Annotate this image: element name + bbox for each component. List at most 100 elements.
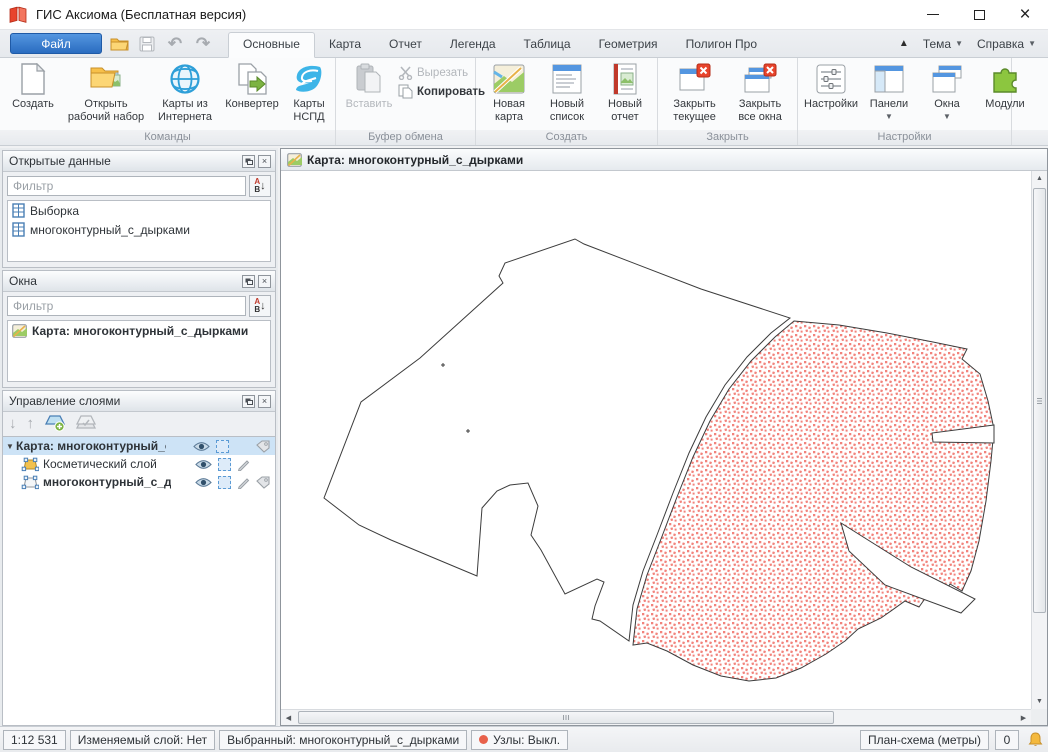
windows-filter-input[interactable] <box>7 296 246 316</box>
move-layer-down-icon[interactable]: ↓ <box>9 415 17 432</box>
label-tag-icon[interactable] <box>256 440 271 453</box>
selected-layer-indicator[interactable]: Выбранный: многоконтурный_с_дырками <box>219 730 467 750</box>
visibility-eye-icon[interactable] <box>195 477 212 488</box>
windows-button[interactable]: Окна ▼ <box>918 60 976 130</box>
tab-legenda[interactable]: Легенда <box>436 33 510 57</box>
visibility-eye-icon[interactable] <box>193 441 210 452</box>
file-menu-button[interactable]: Файл <box>10 33 102 54</box>
converter-button[interactable]: Конвертер <box>220 60 284 130</box>
open-data-filter-input[interactable] <box>7 176 246 196</box>
visibility-eye-icon[interactable] <box>195 459 212 470</box>
vertical-scrollbar-thumb[interactable] <box>1033 188 1046 613</box>
scroll-up-icon[interactable]: ▲ <box>1032 171 1047 186</box>
close-all-button[interactable]: Закрыть все окна <box>727 60 793 130</box>
copy-button[interactable]: Копировать <box>398 84 485 99</box>
layer-sheet-icon <box>21 457 39 472</box>
layer-row-polygon[interactable]: многоконтурный_с_д... <box>3 473 275 491</box>
paste-button[interactable]: Вставить <box>340 60 398 130</box>
float-panel-icon[interactable] <box>242 155 255 168</box>
ribbon-group-commands: Создать Открыть рабочий набор Карты из И… <box>0 58 336 145</box>
move-layer-up-icon[interactable]: ↑ <box>27 415 35 432</box>
tab-poligon-pro[interactable]: Полигон Про <box>672 33 771 57</box>
new-report-button[interactable]: Новый отчет <box>596 60 654 130</box>
map-canvas[interactable] <box>281 171 1031 709</box>
collapse-ribbon-icon[interactable]: ▲ <box>899 38 909 49</box>
new-map-button[interactable]: Новая карта <box>480 60 538 130</box>
close-panel-icon[interactable]: × <box>258 395 271 408</box>
tab-osnovnye[interactable]: Основные <box>228 32 315 58</box>
close-current-button[interactable]: Закрыть текущее <box>662 60 727 130</box>
scroll-down-icon[interactable]: ▼ <box>1032 694 1047 709</box>
scale-indicator[interactable]: 1:12 531 <box>3 730 66 750</box>
expander-icon[interactable]: ▼ <box>6 442 16 451</box>
selectable-checkbox[interactable] <box>218 458 231 471</box>
tab-geometriya[interactable]: Геометрия <box>585 33 672 57</box>
map-window-titlebar[interactable]: Карта: многоконтурный_с_дырками <box>281 149 1047 171</box>
redo-icon[interactable]: ↷ <box>192 33 214 55</box>
theme-menu[interactable]: Тема▼ <box>923 37 963 51</box>
add-layer-icon[interactable] <box>44 414 66 432</box>
close-button[interactable]: × <box>1002 0 1048 30</box>
horizontal-scrollbar[interactable]: ◀ ▶ <box>281 709 1031 725</box>
maximize-button[interactable] <box>956 0 1002 30</box>
new-list-button[interactable]: Новый список <box>538 60 596 130</box>
label-tag-icon[interactable] <box>256 476 271 489</box>
projection-button[interactable]: План-схема (метры) <box>860 730 989 750</box>
new-report-icon <box>607 62 643 96</box>
ribbon-group-create: Новая карта Новый список Новый отчет Соз… <box>476 58 658 145</box>
editable-layer-indicator[interactable]: Изменяемый слой: Нет <box>70 730 215 750</box>
selectable-checkbox[interactable] <box>218 476 231 489</box>
layer-options-icon[interactable] <box>76 415 96 431</box>
minimize-button[interactable] <box>910 0 956 30</box>
sort-icon[interactable]: AB↓ <box>249 175 271 197</box>
float-panel-icon[interactable] <box>242 275 255 288</box>
open-workset-button[interactable]: Открыть рабочий набор <box>62 60 150 130</box>
edit-pencil-icon[interactable] <box>237 476 250 489</box>
help-menu[interactable]: Справка▼ <box>977 37 1036 51</box>
tab-otchet[interactable]: Отчет <box>375 33 436 57</box>
scroll-left-icon[interactable]: ◀ <box>281 710 296 725</box>
map-drawing <box>281 171 1031 709</box>
list-item[interactable]: Выборка <box>8 201 270 220</box>
panels-icon <box>871 62 907 96</box>
vertical-scrollbar[interactable]: ▲ ▼ <box>1031 171 1047 709</box>
list-item[interactable]: Карта: многоконтурный_с_дырками <box>8 321 270 340</box>
group-label-close: Закрыть <box>658 130 797 145</box>
internet-maps-button[interactable]: Карты из Интернета <box>150 60 220 130</box>
chevron-down-icon: ▼ <box>943 112 951 121</box>
converter-icon <box>234 62 270 96</box>
group-label-create: Создать <box>476 130 657 145</box>
float-panel-icon[interactable] <box>242 395 255 408</box>
sliders-icon <box>813 62 849 96</box>
sort-icon[interactable]: AB↓ <box>249 295 271 317</box>
horizontal-scrollbar-thumb[interactable] <box>298 711 834 724</box>
selectable-checkbox[interactable] <box>216 440 229 453</box>
undo-icon[interactable]: ↶ <box>164 33 186 55</box>
chevron-down-icon: ▼ <box>885 112 893 121</box>
list-item[interactable]: многоконтурный_с_дырками <box>8 220 270 239</box>
nodes-indicator[interactable]: Узлы: Выкл. <box>471 730 568 750</box>
ribbon-group-clipboard: Вставить Вырезать Копировать Буфер обмен… <box>336 58 476 145</box>
close-panel-icon[interactable]: × <box>258 275 271 288</box>
cut-button[interactable]: Вырезать <box>398 66 485 80</box>
panels-button[interactable]: Панели ▼ <box>860 60 918 130</box>
layer-row-map[interactable]: ▼ Карта: многоконтурный_с_... <box>3 437 275 455</box>
map-icon <box>287 153 302 167</box>
group-label-commands: Команды <box>0 130 335 145</box>
tab-tablitsa[interactable]: Таблица <box>510 33 585 57</box>
edit-pencil-icon[interactable] <box>237 458 250 471</box>
create-button[interactable]: Создать <box>4 60 62 130</box>
table-icon <box>12 203 25 218</box>
tab-karta[interactable]: Карта <box>315 33 375 57</box>
settings-button[interactable]: Настройки <box>802 60 860 130</box>
scroll-right-icon[interactable]: ▶ <box>1016 710 1031 725</box>
nspd-maps-button[interactable]: Карты НСПД <box>284 60 334 130</box>
new-list-icon <box>549 62 585 96</box>
layer-row-cosmetic[interactable]: Косметический слой <box>3 455 275 473</box>
open-data-panel-title: Открытые данные <box>9 154 111 168</box>
notification-count[interactable]: 0 <box>995 730 1019 750</box>
save-icon[interactable] <box>136 33 158 55</box>
notifications-bell-icon[interactable] <box>1025 730 1045 750</box>
close-panel-icon[interactable]: × <box>258 155 271 168</box>
open-workset-icon[interactable] <box>108 33 130 55</box>
